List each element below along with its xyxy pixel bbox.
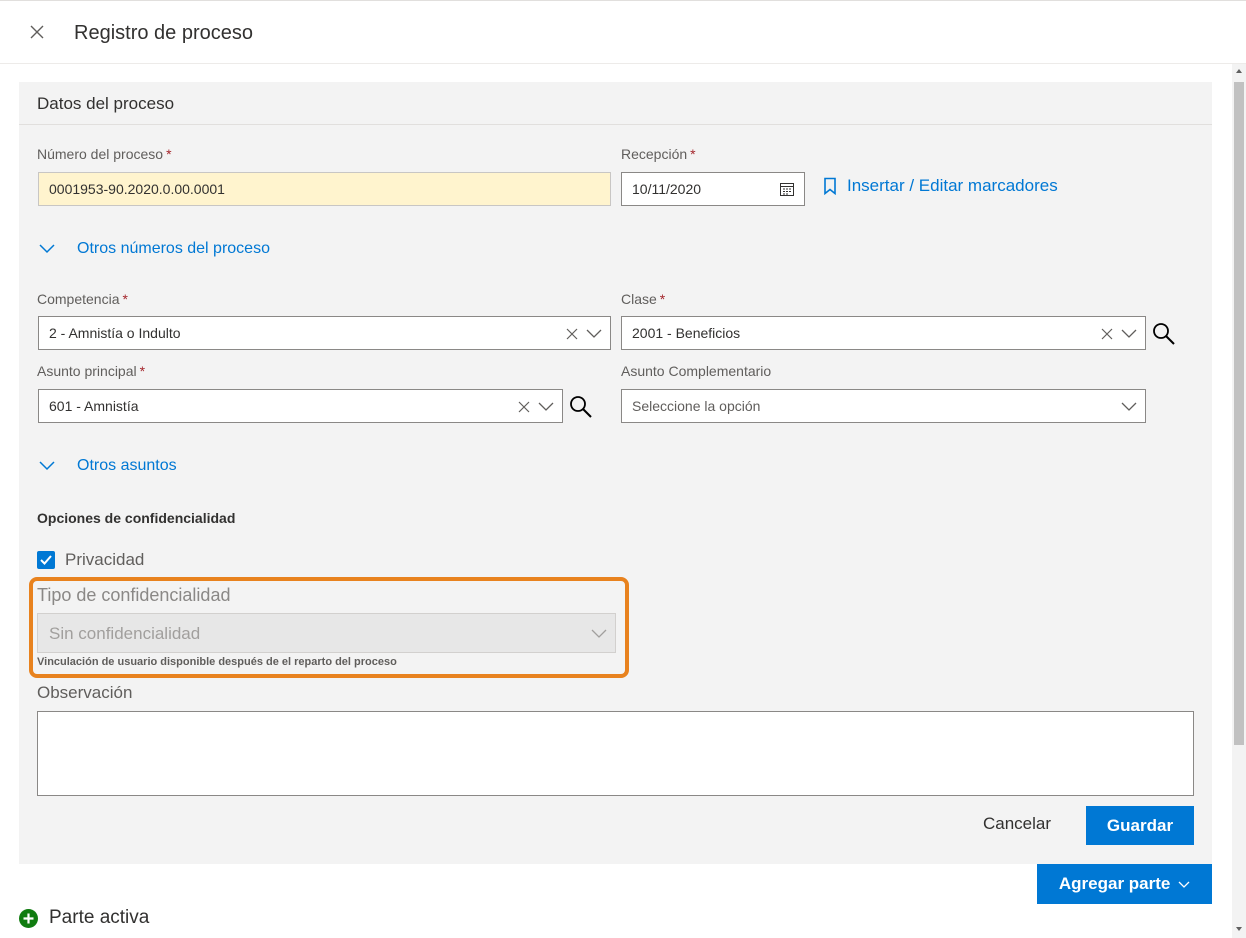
process-data-panel: Datos del proceso Número del proceso * 00… [19, 82, 1212, 864]
chevron-down-icon[interactable] [39, 244, 55, 254]
save-button[interactable]: Guardar [1086, 806, 1194, 845]
privacidad-label[interactable]: Privacidad [65, 550, 144, 570]
chevron-down-icon[interactable] [1121, 329, 1137, 339]
recepcion-value: 10/11/2020 [632, 181, 702, 197]
parte-activa-label: Parte activa [49, 907, 150, 928]
chevron-down-icon[interactable] [39, 461, 55, 471]
clear-icon[interactable] [1100, 327, 1114, 341]
chevron-down-icon [591, 629, 607, 638]
asunto-complementario-select[interactable]: Seleccione la opción [621, 389, 1146, 423]
chevron-down-icon [1178, 881, 1190, 888]
add-part-label: Agregar parte [1058, 874, 1171, 893]
privacidad-checkbox[interactable] [37, 551, 55, 569]
tipo-select[interactable]: Sin confidencialidad [37, 613, 616, 653]
panel-header: Datos del proceso [19, 82, 1212, 125]
chevron-down-icon[interactable] [586, 329, 602, 339]
recepcion-date-field[interactable]: 10/11/2020 [621, 172, 805, 206]
scroll-up-icon[interactable] [1232, 64, 1246, 78]
numero-label: Número del proceso * [37, 146, 172, 162]
competencia-select[interactable]: 2 - Amnistía o Indulto [38, 316, 611, 350]
asunto-complementario-label: Asunto Complementario [621, 363, 772, 379]
confidencialidad-title: Opciones de confidencialidad [37, 510, 236, 526]
close-icon[interactable] [28, 23, 46, 41]
clear-icon[interactable] [565, 327, 579, 341]
tipo-label: Tipo de confidencialidad [37, 585, 231, 605]
observacion-textarea[interactable] [37, 711, 1194, 796]
top-bar: Registro de proceso [0, 0, 1246, 64]
competencia-value: 2 - Amnistía o Indulto [49, 325, 181, 341]
cancel-button[interactable]: Cancelar [977, 806, 1057, 842]
page-title: Registro de proceso [74, 22, 253, 44]
asunto-complementario-placeholder: Seleccione la opción [632, 398, 761, 414]
asunto-principal-value: 601 - Amnistía [49, 398, 139, 414]
competencia-label: Competencia * [37, 291, 128, 307]
scrollbar[interactable] [1232, 64, 1246, 938]
clase-value: 2001 - Beneficios [632, 325, 741, 341]
search-icon[interactable] [569, 395, 593, 419]
tipo-hint: Vinculación de usuario disponible despué… [37, 656, 397, 668]
scroll-down-icon[interactable] [1232, 922, 1246, 936]
tipo-value: Sin confidencialidad [49, 624, 201, 643]
calendar-icon[interactable] [779, 181, 795, 197]
clase-label: Clase * [621, 291, 666, 307]
otros-asuntos-toggle[interactable]: Otros asuntos [77, 457, 177, 475]
checkmark-icon [40, 555, 52, 565]
search-icon[interactable] [1152, 322, 1176, 346]
numero-field[interactable]: 0001953-90.2020.0.00.0001 [38, 172, 611, 206]
add-circle-icon[interactable] [19, 909, 38, 928]
otros-numeros-toggle[interactable]: Otros números del proceso [77, 240, 270, 258]
scroll-thumb[interactable] [1234, 82, 1244, 745]
chevron-down-icon[interactable] [538, 402, 554, 412]
recepcion-label: Recepción * [621, 146, 696, 162]
add-part-button[interactable]: Agregar parte [1037, 864, 1212, 904]
clear-icon[interactable] [517, 400, 531, 414]
clase-select[interactable]: 2001 - Beneficios [621, 316, 1146, 350]
section-title: Datos del proceso [37, 94, 175, 113]
asunto-principal-select[interactable]: 601 - Amnistía [38, 389, 563, 423]
marcadores-link[interactable]: Insertar / Editar marcadores [847, 176, 1058, 196]
chevron-down-icon[interactable] [1121, 402, 1137, 412]
bookmark-icon[interactable] [823, 177, 837, 195]
asunto-principal-label: Asunto principal * [37, 363, 146, 379]
observacion-label: Observación [37, 683, 133, 702]
numero-value: 0001953-90.2020.0.00.0001 [49, 181, 225, 197]
